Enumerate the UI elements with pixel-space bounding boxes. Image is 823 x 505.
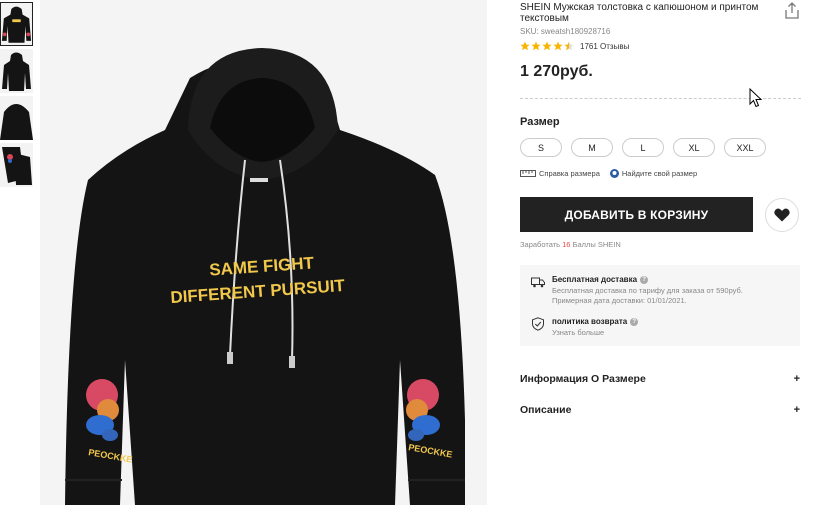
return-policy-title: политика возврата: [552, 317, 628, 326]
size-guide-label: Справка размера: [539, 169, 600, 178]
plus-icon: +: [793, 373, 800, 385]
star-icon: [520, 41, 530, 51]
rating-row: 1761 Отзывы: [520, 41, 629, 51]
product-sku: SKU: sweatsh180928716: [520, 27, 611, 36]
description-title: Описание: [520, 404, 572, 416]
free-delivery-text: Бесплатная доставка по тарифу для заказа…: [552, 286, 743, 305]
question-icon[interactable]: ?: [640, 275, 649, 284]
thumbnail-back[interactable]: [0, 49, 33, 93]
size-option-xl[interactable]: XL: [673, 138, 715, 157]
product-main-image: SAME FIGHT DIFFERENT PURSUIT PEOCKKE PEO…: [40, 0, 487, 505]
size-option-xxl[interactable]: XXL: [724, 138, 766, 157]
truck-icon: [531, 277, 545, 288]
product-title: SHEIN Мужская толстовка с капюшоном и пр…: [520, 2, 759, 24]
delivery-info-box: Бесплатная доставка? Бесплатная доставка…: [520, 265, 800, 346]
thumbnail-front[interactable]: [0, 2, 33, 46]
find-size-label: Найдите свой размер: [621, 169, 698, 178]
learn-more-link[interactable]: Узнать больше: [552, 328, 638, 338]
shield-check-icon: [532, 317, 544, 331]
mouse-cursor-icon: [749, 88, 763, 108]
size-label: Размер: [520, 116, 560, 128]
rating-stars: [520, 41, 574, 51]
points-text: Заработать 16 Баллы SHEIN: [520, 240, 621, 249]
question-icon[interactable]: ?: [630, 317, 639, 326]
size-info-title: Информация О Размере: [520, 373, 646, 385]
star-half-icon: [564, 41, 574, 51]
thumbnail-hood[interactable]: [0, 96, 33, 140]
reviews-link[interactable]: 1761 Отзывы: [580, 42, 629, 51]
return-policy-row: политика возврата? Узнать больше: [531, 317, 639, 338]
star-icon: [553, 41, 563, 51]
star-icon: [531, 41, 541, 51]
heart-icon: [774, 208, 790, 222]
wishlist-button[interactable]: [765, 198, 799, 232]
add-to-cart-button[interactable]: ДОБАВИТЬ В КОРЗИНУ: [520, 197, 753, 232]
size-info-accordion[interactable]: Информация О Размере +: [520, 373, 800, 385]
free-delivery-title: Бесплатная доставка: [552, 275, 638, 284]
size-guide-link[interactable]: Справка размера: [520, 169, 600, 178]
size-option-l[interactable]: L: [622, 138, 664, 157]
plus-icon: +: [793, 404, 800, 416]
size-option-s[interactable]: S: [520, 138, 562, 157]
thumbnail-sleeve[interactable]: [0, 143, 33, 187]
find-size-link[interactable]: Найдите свой размер: [609, 169, 698, 178]
free-delivery-row: Бесплатная доставка? Бесплатная доставка…: [531, 275, 767, 306]
size-option-m[interactable]: M: [571, 138, 613, 157]
find-size-icon: [609, 169, 619, 178]
size-links: Справка размера Найдите свой размер: [520, 169, 697, 178]
star-icon: [542, 41, 552, 51]
description-accordion[interactable]: Описание +: [520, 404, 800, 416]
ruler-icon: [520, 170, 536, 177]
size-options: S M L XL XXL: [520, 138, 766, 157]
product-price: 1 270руб.: [520, 63, 593, 80]
share-icon[interactable]: [784, 2, 800, 20]
